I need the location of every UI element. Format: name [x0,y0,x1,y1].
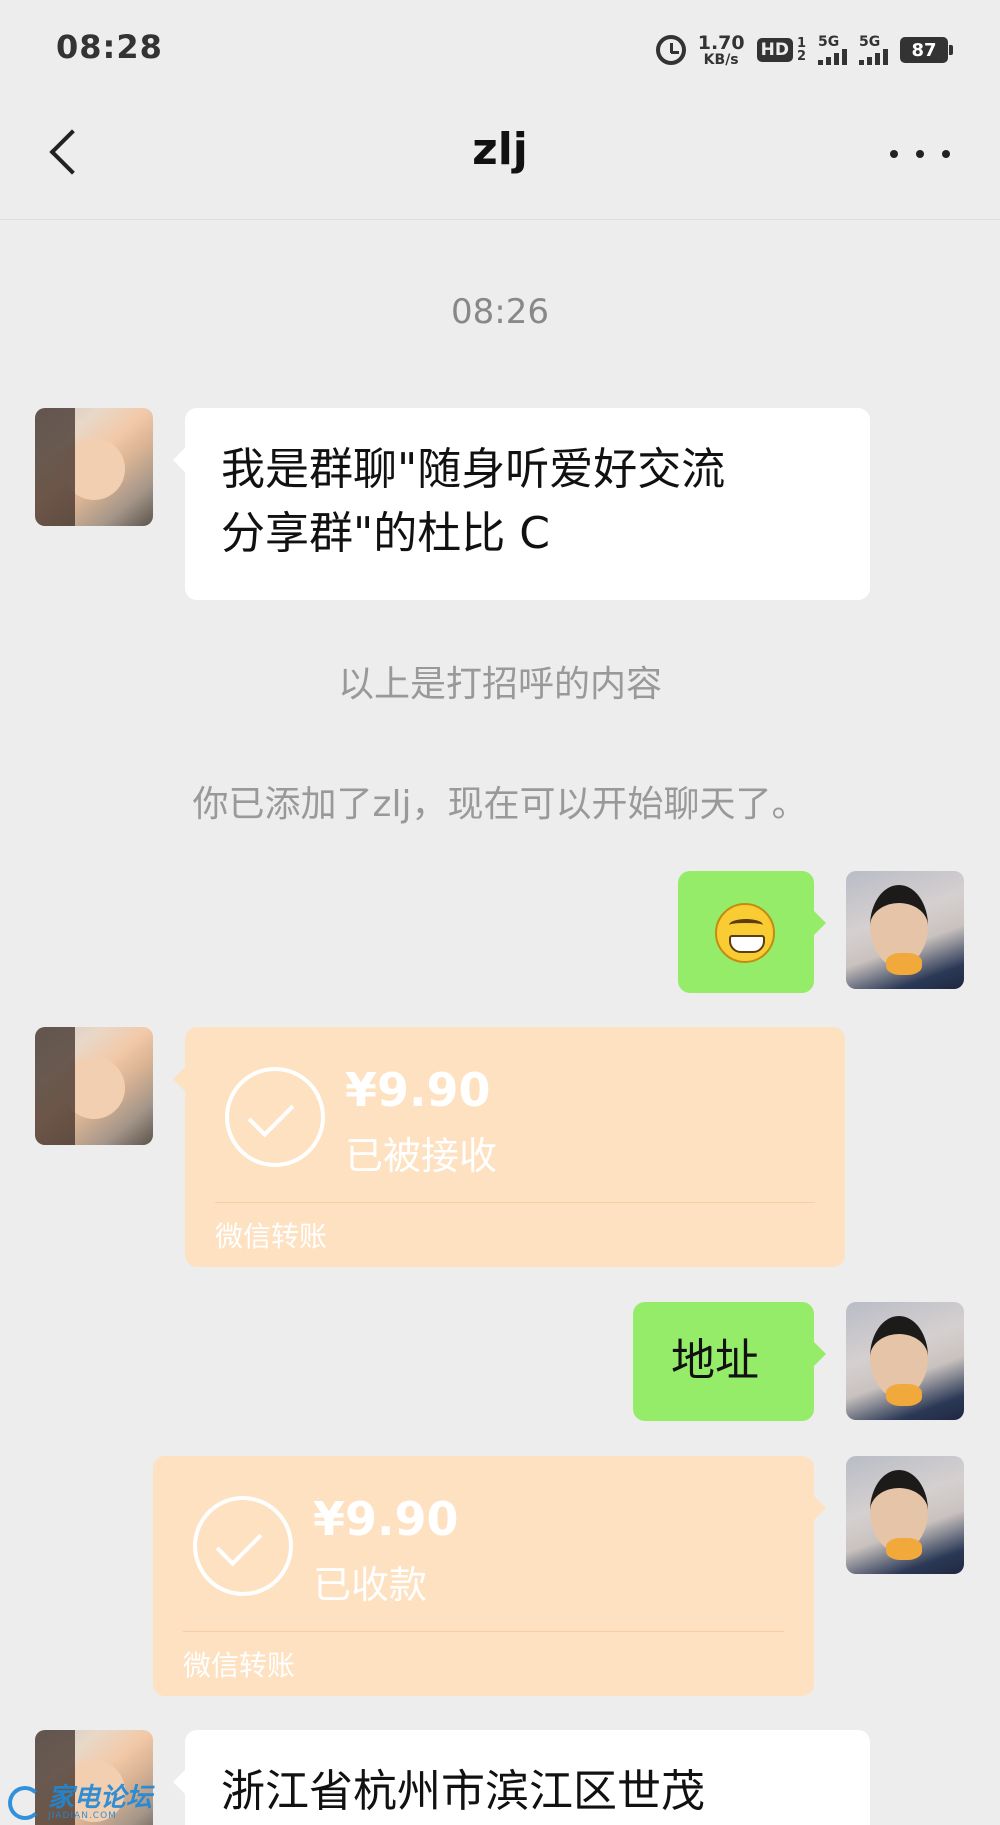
hd-sim-bottom: 2 [796,49,806,64]
alarm-icon [655,35,686,65]
transfer-status: 已被接收 [345,1134,498,1178]
status-time: 08:28 [56,28,163,66]
greeting-text-line2: 分享群"的杜比 C [221,508,550,559]
self-avatar[interactable] [846,1456,964,1574]
sim1-signal-icon: 5G [818,35,847,65]
contact-avatar[interactable] [35,408,153,526]
sim1-signal-bars [818,49,847,65]
sim1-network-type: 5G [818,34,840,50]
self-avatar[interactable] [846,1302,964,1420]
more-dots-icon[interactable] [890,134,950,174]
status-bar: 08:28 1.70 KB/s HD 1 2 5G 5G 87 [0,0,1000,96]
self-avatar[interactable] [846,871,964,989]
address-text: 浙江省杭州市滨江区世茂 [221,1766,705,1817]
system-greeting-note: 以上是打招呼的内容 [337,664,662,705]
hd-voice-icon: HD [756,38,793,62]
transfer-footer: 微信转账 [183,1649,296,1682]
forum-logo-icon [8,1786,42,1820]
chat-title: zlj [472,124,528,175]
greeting-text-line1: 我是群聊"随身听爱好交流 [221,444,726,495]
chat-screen: 08:28 1.70 KB/s HD 1 2 5G 5G 87 zlj 08:2… [0,0,1000,1825]
chat-header: zlj [0,96,1000,220]
hd-sim-indicator: 1 2 [797,37,806,63]
check-circle-icon [193,1496,293,1596]
transfer-footer: 微信转账 [215,1220,328,1253]
message-timestamp: 08:26 [451,292,549,332]
sim2-network-type: 5G [859,34,881,50]
transfer-card[interactable]: ¥9.90 已被接收 微信转账 [173,1027,845,1267]
outgoing-emoji-bubble[interactable] [678,871,826,993]
transfer-status: 已收款 [313,1563,428,1607]
transfer-card[interactable]: ¥9.90 已收款 微信转账 [153,1456,826,1696]
watermark-text: 家电论坛 [48,1783,153,1813]
transfer-amount: ¥9.90 [345,1063,491,1117]
battery-icon: 87 [900,37,953,63]
outgoing-message-bubble[interactable]: 地址 [633,1302,826,1421]
network-speed-value: 1.70 [697,31,745,54]
grinning-emoji-icon [715,903,775,963]
transfer-divider [215,1202,815,1203]
contact-avatar[interactable] [35,1027,153,1145]
transfer-divider [183,1631,784,1632]
system-added-note: 你已添加了zlj，现在可以开始聊天了。 [192,784,808,825]
status-icons: 1.70 KB/s HD 1 2 5G 5G 87 [655,30,953,70]
address-request-text: 地址 [671,1335,759,1386]
forum-watermark: 家电论坛 JIADIAN.COM [8,1785,152,1821]
network-speed-unit: KB/s [703,51,739,68]
incoming-message-bubble[interactable]: 我是群聊"随身听爱好交流 分享群"的杜比 C [173,408,870,600]
transfer-amount: ¥9.90 [313,1492,459,1546]
check-circle-icon [225,1067,325,1167]
incoming-message-bubble[interactable]: 浙江省杭州市滨江区世茂 [173,1730,870,1825]
sim2-signal-icon: 5G [859,35,888,65]
network-speed: 1.70 KB/s [697,31,745,68]
sim2-signal-bars [859,49,888,65]
